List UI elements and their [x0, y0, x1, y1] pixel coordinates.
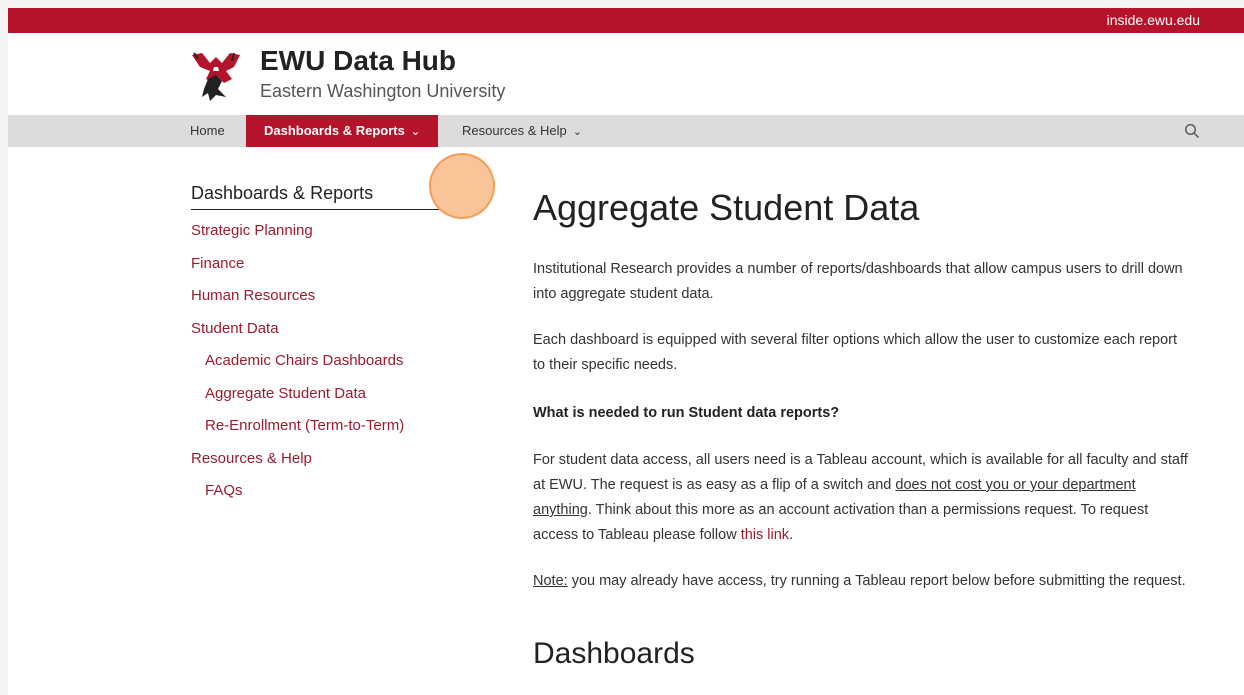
sidebar: Dashboards & Reports Strategic Planning …: [191, 183, 439, 499]
page: inside.ewu.edu EWU Data Hub Eastern Wash…: [8, 8, 1244, 695]
sidebar-item-re-enrollment[interactable]: Re-Enrollment (Term-to-Term): [205, 417, 404, 434]
question-heading: What is needed to run Student data repor…: [533, 401, 1193, 426]
chevron-down-icon: ⌄: [572, 126, 582, 138]
cursor-highlight: [429, 153, 495, 219]
nav-home[interactable]: Home: [190, 115, 230, 147]
sidebar-title: Dashboards & Reports: [191, 183, 439, 210]
site-subtitle: Eastern Washington University: [260, 81, 506, 101]
tableau-request-link[interactable]: this link: [741, 527, 789, 543]
note-paragraph: Note: you may already have access, try r…: [533, 569, 1193, 594]
sidebar-item-finance[interactable]: Finance: [191, 255, 244, 272]
sidebar-item-faqs[interactable]: FAQs: [205, 482, 243, 499]
sidebar-item-strategic-planning[interactable]: Strategic Planning: [191, 222, 313, 239]
nav-dashboards-reports[interactable]: Dashboards & Reports ⌄: [246, 115, 439, 147]
main-nav: Home Dashboards & Reports ⌄ Resources & H…: [8, 115, 1244, 147]
sidebar-item-aggregate-student-data[interactable]: Aggregate Student Data: [205, 385, 366, 402]
sidebar-item-academic-chairs[interactable]: Academic Chairs Dashboards: [205, 352, 403, 369]
nav-dashboards-label: Dashboards & Reports: [264, 123, 405, 138]
nav-resources-label: Resources & Help: [462, 123, 567, 138]
chevron-down-icon: ⌄: [410, 126, 421, 138]
dashboards-heading: Dashboards: [533, 637, 695, 670]
question-text: What is needed to run Student data repor…: [533, 405, 840, 421]
sidebar-item-resources-help[interactable]: Resources & Help: [191, 450, 312, 467]
access-paragraph: For student data access, all users need …: [533, 448, 1193, 548]
site-title[interactable]: EWU Data Hub: [260, 45, 456, 77]
access-text-c: .: [789, 527, 794, 543]
search-icon[interactable]: [1184, 123, 1200, 139]
access-text-b: . Think about this more as an account ac…: [533, 502, 1149, 543]
nav-resources-help[interactable]: Resources & Help ⌄: [462, 115, 582, 147]
sidebar-item-student-data[interactable]: Student Data: [191, 320, 279, 337]
filter-paragraph: Each dashboard is equipped with several …: [533, 332, 1177, 373]
intro-paragraph: Institutional Research provides a number…: [533, 261, 1183, 302]
sidebar-item-human-resources[interactable]: Human Resources: [191, 287, 315, 304]
page-title: Aggregate Student Data: [533, 187, 920, 228]
eagle-logo-icon[interactable]: [188, 49, 244, 105]
inside-ewu-link[interactable]: inside.ewu.edu: [1107, 12, 1200, 28]
note-label: Note:: [533, 573, 568, 589]
nav-home-label: Home: [190, 123, 225, 138]
note-text: you may already have access, try running…: [567, 573, 1186, 589]
top-bar: inside.ewu.edu: [8, 8, 1244, 33]
